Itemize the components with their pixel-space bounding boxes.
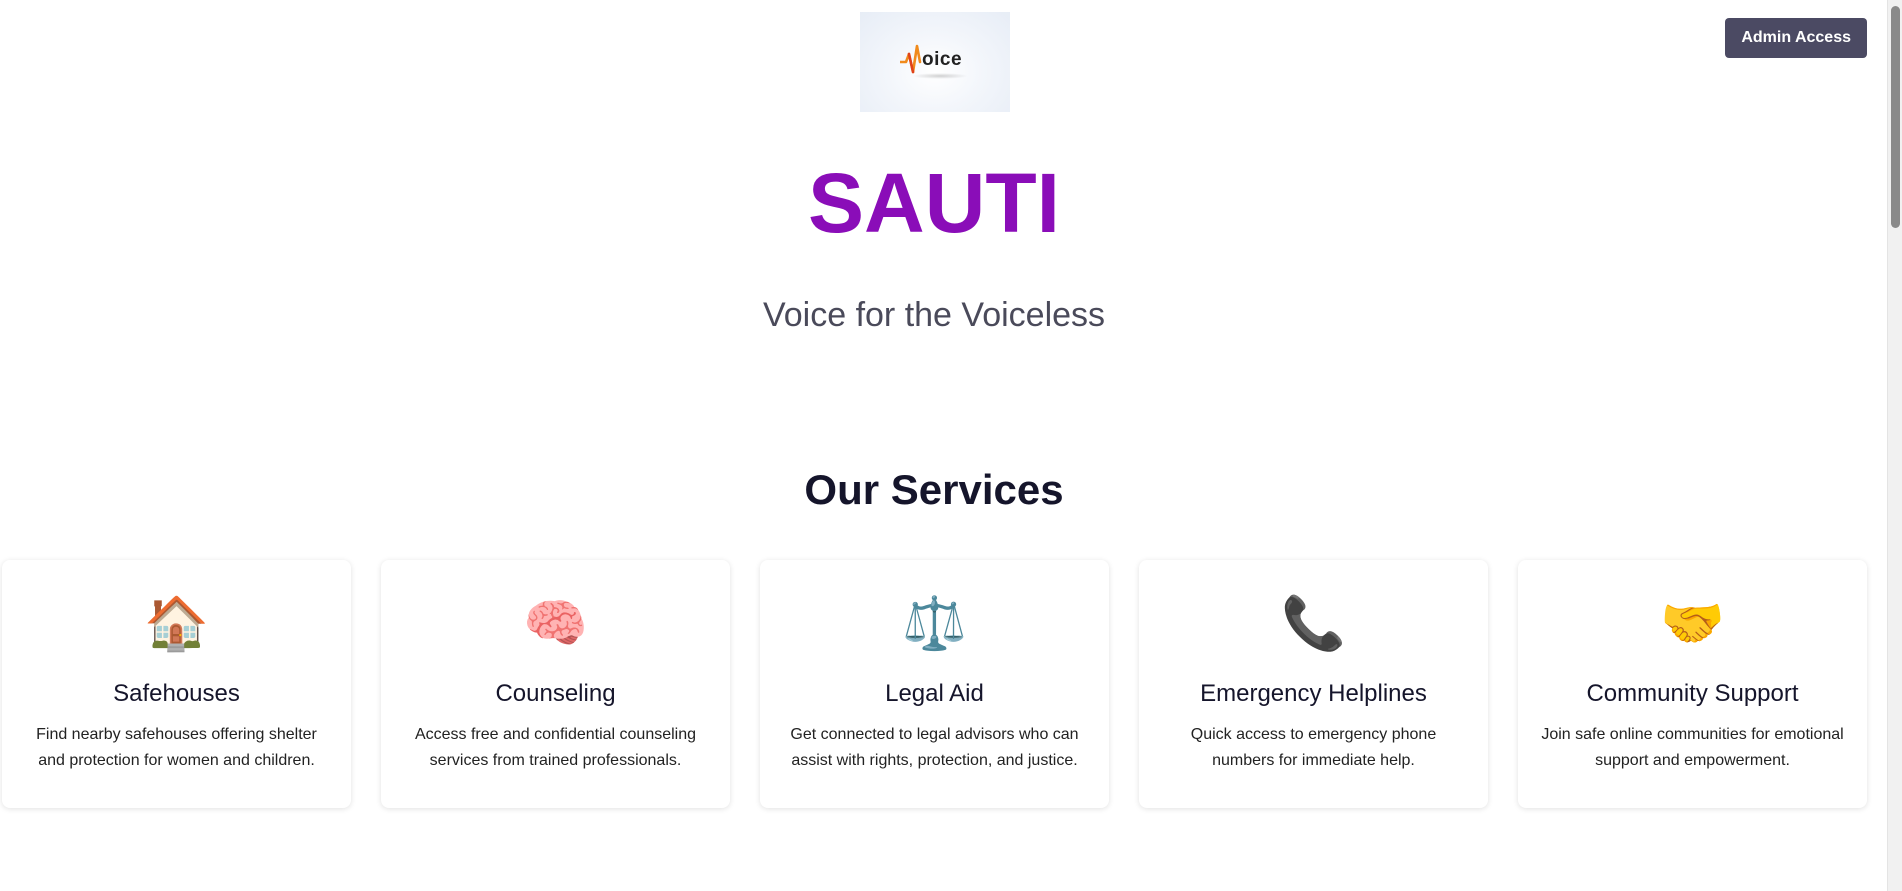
phone-icon: 📞	[1281, 595, 1346, 653]
service-card-description: Quick access to emergency phone numbers …	[1190, 726, 1437, 769]
service-card-title: Community Support	[1586, 680, 1799, 707]
brain-icon: 🧠	[523, 595, 588, 653]
scales-icon: ⚖️	[902, 595, 967, 653]
logo-text: oice	[922, 49, 963, 70]
services-grid: 🏠 Safehouses Find nearby safehouses offe…	[2, 560, 1868, 808]
service-card-description: Find nearby safehouses offering shelter …	[36, 726, 317, 769]
logo-shadow	[912, 73, 968, 79]
scrollbar-thumb[interactable]	[1891, 6, 1900, 228]
services-heading: Our Services	[804, 466, 1064, 513]
service-card-emergency-helplines[interactable]: 📞 Emergency Helplines Quick access to em…	[1139, 560, 1488, 808]
tagline: Voice for the Voiceless	[762, 296, 1106, 334]
service-card-title: Counseling	[495, 680, 616, 707]
service-card-title: Legal Aid	[885, 680, 984, 707]
service-card-title: Safehouses	[113, 680, 240, 707]
service-card-community-support[interactable]: 🤝 Community Support Join safe online com…	[1518, 560, 1867, 808]
service-card-legal-aid[interactable]: ⚖️ Legal Aid Get connected to legal advi…	[760, 560, 1109, 808]
service-card-counseling[interactable]: 🧠 Counseling Access free and confidentia…	[381, 560, 730, 808]
landing-page: Admin Access oice SAUTI Voice for the Vo…	[0, 0, 1887, 891]
brand-title: SAUTI	[808, 156, 1060, 250]
service-card-safehouses[interactable]: 🏠 Safehouses Find nearby safehouses offe…	[2, 560, 351, 808]
vertical-scrollbar[interactable]	[1887, 0, 1902, 891]
service-card-description: Join safe online communities for emotion…	[1541, 726, 1844, 769]
handshake-icon: 🤝	[1660, 595, 1725, 653]
service-card-title: Emergency Helplines	[1200, 680, 1427, 707]
service-card-description: Access free and confidential counseling …	[414, 726, 697, 769]
voice-logo[interactable]: oice	[860, 12, 1010, 112]
admin-access-button[interactable]: Admin Access	[1725, 18, 1867, 58]
service-card-description: Get connected to legal advisors who can …	[790, 726, 1079, 769]
house-icon: 🏠	[144, 595, 209, 653]
